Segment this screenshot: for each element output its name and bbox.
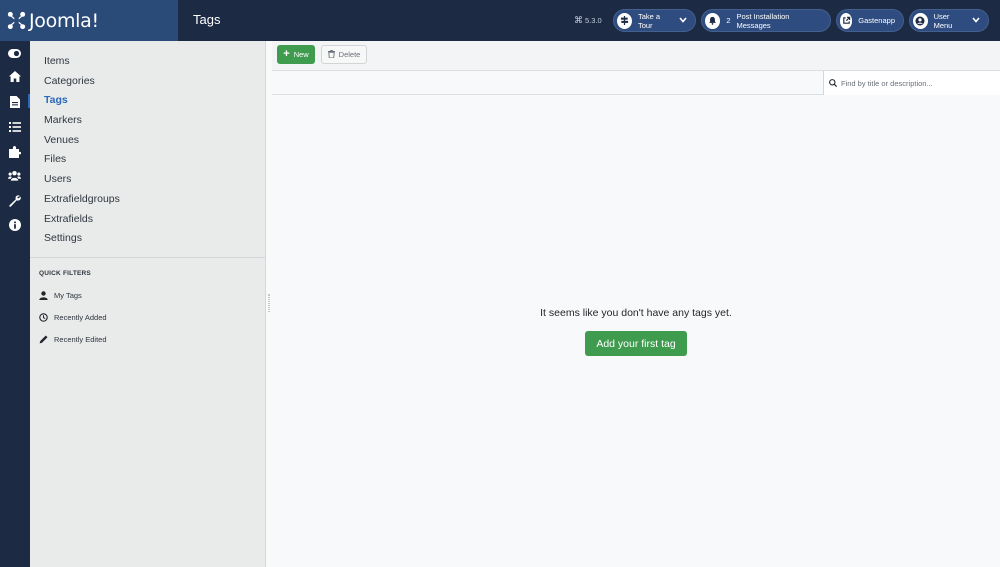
sidebar-item-items[interactable]: Items (44, 53, 120, 73)
sidebar-item-settings[interactable]: Settings (44, 230, 120, 250)
sidebar-item-venues[interactable]: Venues (44, 132, 120, 152)
chevron-down-icon (679, 16, 687, 25)
info-icon[interactable] (8, 218, 21, 231)
sidebar-item-users[interactable]: Users (44, 171, 120, 191)
user-icon (39, 291, 48, 300)
file-icon[interactable] (8, 95, 21, 108)
joomla-logo-icon (7, 11, 26, 30)
puzzle-icon[interactable] (8, 145, 21, 158)
site-link-label: Gastenapp (858, 16, 895, 25)
users-icon[interactable] (8, 169, 21, 182)
icon-rail (0, 41, 30, 567)
plus-icon: + (283, 48, 290, 60)
sidebar-resize-handle[interactable] (268, 294, 270, 312)
page-title: Tags (193, 12, 221, 27)
sidebar-item-extrafieldgroups[interactable]: Extrafieldgroups (44, 191, 120, 211)
component-sidebar: Items Categories Tags Markers Venues Fil… (30, 41, 266, 567)
sidebar-item-categories[interactable]: Categories (44, 73, 120, 93)
sidebar-item-extrafields[interactable]: Extrafields (44, 211, 120, 231)
sidebar-divider (30, 257, 266, 258)
brand-logo[interactable]: Joomla! (0, 0, 178, 41)
version-label: ⌘ 5.3.0 (574, 15, 602, 26)
quick-filter-recently-added[interactable]: Recently Added (39, 313, 107, 322)
take-tour-button[interactable]: Take a Tour (613, 9, 696, 32)
version-number: 5.3.0 (585, 16, 602, 25)
clock-icon (39, 313, 48, 322)
quick-filter-label: My Tags (54, 291, 82, 300)
search-icon (829, 74, 838, 92)
post-installation-messages-button[interactable]: 2 Post Installation Messages (701, 9, 831, 32)
sidebar-item-tags[interactable]: Tags (44, 92, 120, 112)
brand-name: Joomla! (29, 9, 99, 32)
filter-bar (272, 70, 1000, 95)
delete-button-label: Delete (338, 50, 361, 59)
top-header: Joomla! Tags ⌘ 5.3.0 Take a Tour 2 Post … (0, 0, 1000, 41)
list-icon[interactable] (8, 120, 21, 133)
toggle-icon[interactable] (8, 47, 21, 60)
joomla-small-icon: ⌘ (574, 15, 583, 25)
home-icon[interactable] (8, 70, 21, 83)
quick-filter-label: Recently Added (54, 313, 107, 322)
new-button-label: New (293, 50, 309, 59)
trash-icon (327, 49, 335, 60)
user-menu-button[interactable]: User Menu (909, 9, 989, 32)
search-box[interactable] (823, 71, 1000, 95)
post-install-label: Post Installation Messages (736, 11, 790, 30)
sidebar-menu: Items Categories Tags Markers Venues Fil… (44, 53, 120, 250)
add-first-tag-button[interactable]: Add your first tag (585, 331, 687, 356)
toolbar: + New Delete (272, 41, 1000, 70)
sidebar-item-markers[interactable]: Markers (44, 112, 120, 132)
bell-icon (705, 12, 721, 29)
new-button[interactable]: + New (277, 45, 315, 64)
notification-count: 2 (726, 16, 731, 25)
empty-state-message: It seems like you don't have any tags ye… (540, 307, 732, 319)
main-content: + New Delete It seems like you don't hav… (272, 41, 1000, 567)
wrench-icon[interactable] (8, 194, 21, 207)
take-tour-label: Take a Tour (637, 11, 661, 30)
quick-filter-label: Recently Edited (54, 335, 107, 344)
search-input[interactable] (841, 78, 991, 88)
pencil-icon (39, 335, 48, 344)
external-link-icon (840, 12, 853, 29)
site-link-button[interactable]: Gastenapp (836, 9, 904, 32)
quick-filters-heading: QUICK FILTERS (39, 270, 91, 277)
user-menu-label: User Menu (933, 11, 953, 30)
quick-filter-my-tags[interactable]: My Tags (39, 291, 82, 300)
delete-button[interactable]: Delete (321, 45, 367, 64)
quick-filter-recently-edited[interactable]: Recently Edited (39, 335, 107, 344)
user-circle-icon (913, 12, 928, 29)
sidebar-item-files[interactable]: Files (44, 151, 120, 171)
signpost-icon (617, 12, 632, 29)
chevron-down-icon (972, 16, 980, 25)
